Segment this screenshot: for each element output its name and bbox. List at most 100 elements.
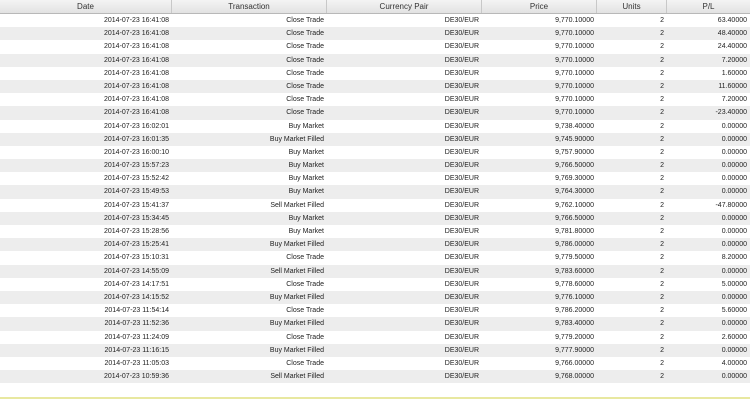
table-row[interactable]: 2014-07-23 11:52:36 Buy Market Filled DE30… bbox=[0, 317, 750, 331]
units-cell: 2 bbox=[660, 267, 664, 275]
units-cell: 2 bbox=[660, 17, 664, 24]
column-header-price[interactable]: Price bbox=[482, 0, 597, 13]
units-cell: 2 bbox=[660, 228, 664, 235]
pl-cell: 0.00000 bbox=[721, 346, 747, 354]
pl-cell: 1.60000 bbox=[721, 69, 747, 77]
date-cell: 2014-07-23 15:34:45 bbox=[104, 214, 169, 222]
table-row[interactable]: 2014-07-23 16:02:01 Buy Market DE30/EUR 9,7… bbox=[0, 119, 750, 133]
table-row[interactable]: 2014-07-23 15:28:56 Buy Market DE30/EUR 9,7… bbox=[0, 225, 750, 239]
table-row[interactable]: 2014-07-23 16:01:35 Buy Market Filled DE30… bbox=[0, 132, 750, 146]
currency-pair-cell: DE30/EUR bbox=[444, 307, 479, 315]
pl-cell: -47.80000 bbox=[715, 201, 747, 209]
price-cell: 9,768.00000 bbox=[555, 373, 594, 381]
units-cell: 2 bbox=[660, 307, 664, 315]
table-row[interactable]: 2014-07-23 14:55:09 Sell Market Filled DE3… bbox=[0, 264, 750, 278]
price-cell: 9,770.10000 bbox=[555, 30, 594, 38]
table-row[interactable]: 2014-07-23 16:41:08 Close Trade DE30/EUR 9,… bbox=[0, 14, 750, 28]
date-cell: 2014-07-23 16:41:08 bbox=[104, 30, 169, 38]
units-cell: 2 bbox=[660, 30, 664, 38]
table-row[interactable]: 2014-07-23 16:00:10 Buy Market DE30/EUR 9,7… bbox=[0, 145, 750, 160]
table-row[interactable]: 2014-07-23 15:41:37 Sell Market Filled DE3… bbox=[0, 198, 750, 212]
date-cell: 2014-07-23 15:25:41 bbox=[104, 241, 169, 249]
table-row[interactable]: 2014-07-23 14:15:52 Buy Market Filled DE30… bbox=[0, 290, 750, 305]
date-cell: 2014-07-23 14:17:51 bbox=[104, 280, 169, 288]
table-row[interactable]: 2014-07-23 15:10:31 Close Trade DE30/EUR 9,… bbox=[0, 251, 750, 265]
transaction-cell: Buy Market bbox=[288, 162, 324, 170]
date-cell: 2014-07-23 16:41:08 bbox=[104, 82, 169, 90]
table-row[interactable]: 2014-07-23 16:41:08 Close Trade DE30/EUR 9,… bbox=[0, 27, 750, 41]
date-cell: 2014-07-23 15:41:37 bbox=[104, 201, 169, 209]
pl-cell: 0.00000 bbox=[721, 267, 747, 275]
date-cell: 2014-07-23 16:01:35 bbox=[104, 135, 169, 143]
price-cell: 9,766.00000 bbox=[555, 359, 594, 367]
table-header: Date Transaction Currency Pair Price Uni… bbox=[0, 0, 750, 14]
table-row[interactable]: 2014-07-23 16:41:08 Close Trade DE30/EUR 9,… bbox=[0, 53, 750, 67]
pl-cell: 4.00000 bbox=[721, 359, 747, 367]
transaction-cell: Close Trade bbox=[286, 56, 324, 64]
currency-pair-cell: DE30/EUR bbox=[444, 359, 479, 367]
transaction-cell: Close Trade bbox=[286, 254, 324, 262]
currency-pair-cell: DE30/EUR bbox=[444, 56, 479, 64]
price-cell: 9,776.10000 bbox=[555, 293, 594, 301]
column-header-pl[interactable]: P/L bbox=[667, 0, 750, 13]
currency-pair-cell: DE30/EUR bbox=[444, 96, 479, 104]
pl-cell: -23.40000 bbox=[715, 109, 747, 117]
table-row[interactable]: 2014-07-23 11:16:15 Buy Market Filled DE30… bbox=[0, 343, 750, 357]
table-row[interactable]: 2014-07-23 15:52:42 Buy Market DE30/EUR 9,7… bbox=[0, 172, 750, 186]
transaction-cell: Buy Market bbox=[288, 175, 324, 183]
table-row[interactable]: 2014-07-23 15:25:41 Buy Market Filled DE30… bbox=[0, 238, 750, 252]
currency-pair-cell: DE30/EUR bbox=[444, 135, 479, 143]
transaction-cell: Close Trade bbox=[286, 307, 324, 315]
column-header-units[interactable]: Units bbox=[597, 0, 667, 13]
currency-pair-cell: DE30/EUR bbox=[444, 43, 479, 51]
pl-cell: 0.00000 bbox=[721, 122, 747, 130]
date-cell: 2014-07-23 16:02:01 bbox=[104, 122, 169, 130]
date-cell: 2014-07-23 15:49:53 bbox=[104, 188, 169, 196]
price-cell: 9,779.50000 bbox=[555, 254, 594, 262]
table-row[interactable]: 2014-07-23 11:54:14 Close Trade DE30/EUR 9,… bbox=[0, 304, 750, 318]
column-header-transaction[interactable]: Transaction bbox=[172, 0, 327, 13]
table-row[interactable]: 2014-07-23 10:59:36 Sell Market Filled DE3… bbox=[0, 370, 750, 384]
table-row[interactable]: 2014-07-23 16:41:08 Close Trade DE30/EUR 9,… bbox=[0, 40, 750, 54]
units-cell: 2 bbox=[660, 201, 664, 209]
date-cell: 2014-07-23 16:41:08 bbox=[104, 56, 169, 64]
transaction-cell: Buy Market Filled bbox=[269, 293, 324, 301]
table-row[interactable]: 2014-07-23 16:41:08 Close Trade DE30/EUR 9,… bbox=[0, 106, 750, 120]
date-cell: 2014-07-23 15:52:42 bbox=[104, 175, 169, 183]
selection-highlight bbox=[0, 397, 750, 399]
pl-cell: 11.60000 bbox=[718, 82, 747, 90]
date-cell: 2014-07-23 11:54:14 bbox=[104, 307, 169, 315]
table-row[interactable]: 2014-07-23 16:41:08 Close Trade DE30/EUR 9,… bbox=[0, 79, 750, 94]
column-header-date[interactable]: Date bbox=[0, 0, 172, 13]
units-cell: 2 bbox=[660, 293, 664, 301]
table-row[interactable]: 2014-07-23 15:34:45 Buy Market DE30/EUR 9,7… bbox=[0, 211, 750, 225]
table-row[interactable]: 2014-07-23 15:49:53 Buy Market DE30/EUR 9,7… bbox=[0, 185, 750, 199]
currency-pair-cell: DE30/EUR bbox=[444, 333, 479, 341]
table-row[interactable]: 2014-07-23 15:57:23 Buy Market DE30/EUR 9,7… bbox=[0, 159, 750, 173]
column-header-currency-pair[interactable]: Currency Pair bbox=[327, 0, 482, 13]
transaction-cell: Sell Market Filled bbox=[270, 267, 324, 275]
units-cell: 2 bbox=[660, 43, 664, 51]
date-cell: 2014-07-23 14:55:09 bbox=[104, 267, 169, 275]
table-row[interactable]: 2014-07-23 16:41:08 Close Trade DE30/EUR 9,… bbox=[0, 66, 750, 80]
table-row[interactable]: 2014-07-23 14:17:51 Close Trade DE30/EUR 9,… bbox=[0, 277, 750, 291]
table-row[interactable]: 2014-07-23 11:24:09 Close Trade DE30/EUR 9,… bbox=[0, 330, 750, 344]
price-cell: 9,779.20000 bbox=[555, 333, 594, 341]
currency-pair-cell: DE30/EUR bbox=[444, 109, 479, 117]
price-cell: 9,766.50000 bbox=[555, 214, 594, 222]
pl-cell: 7.20000 bbox=[721, 56, 747, 64]
transaction-cell: Buy Market bbox=[288, 148, 324, 156]
price-cell: 9,738.40000 bbox=[555, 122, 594, 130]
transaction-cell: Close Trade bbox=[286, 69, 324, 77]
transaction-cell: Close Trade bbox=[286, 280, 324, 288]
table-row[interactable]: 2014-07-23 16:41:08 Close Trade DE30/EUR 9,… bbox=[0, 93, 750, 107]
transaction-cell: Close Trade bbox=[286, 109, 324, 117]
units-cell: 2 bbox=[660, 241, 664, 249]
price-cell: 9,769.30000 bbox=[555, 175, 594, 183]
units-cell: 2 bbox=[660, 175, 664, 183]
date-cell: 2014-07-23 16:41:08 bbox=[104, 96, 169, 104]
price-cell: 9,783.40000 bbox=[555, 320, 594, 328]
table-row[interactable]: 2014-07-23 11:05:03 Close Trade DE30/EUR 9,… bbox=[0, 356, 750, 371]
price-cell: 9,770.10000 bbox=[555, 17, 594, 24]
currency-pair-cell: DE30/EUR bbox=[444, 293, 479, 301]
